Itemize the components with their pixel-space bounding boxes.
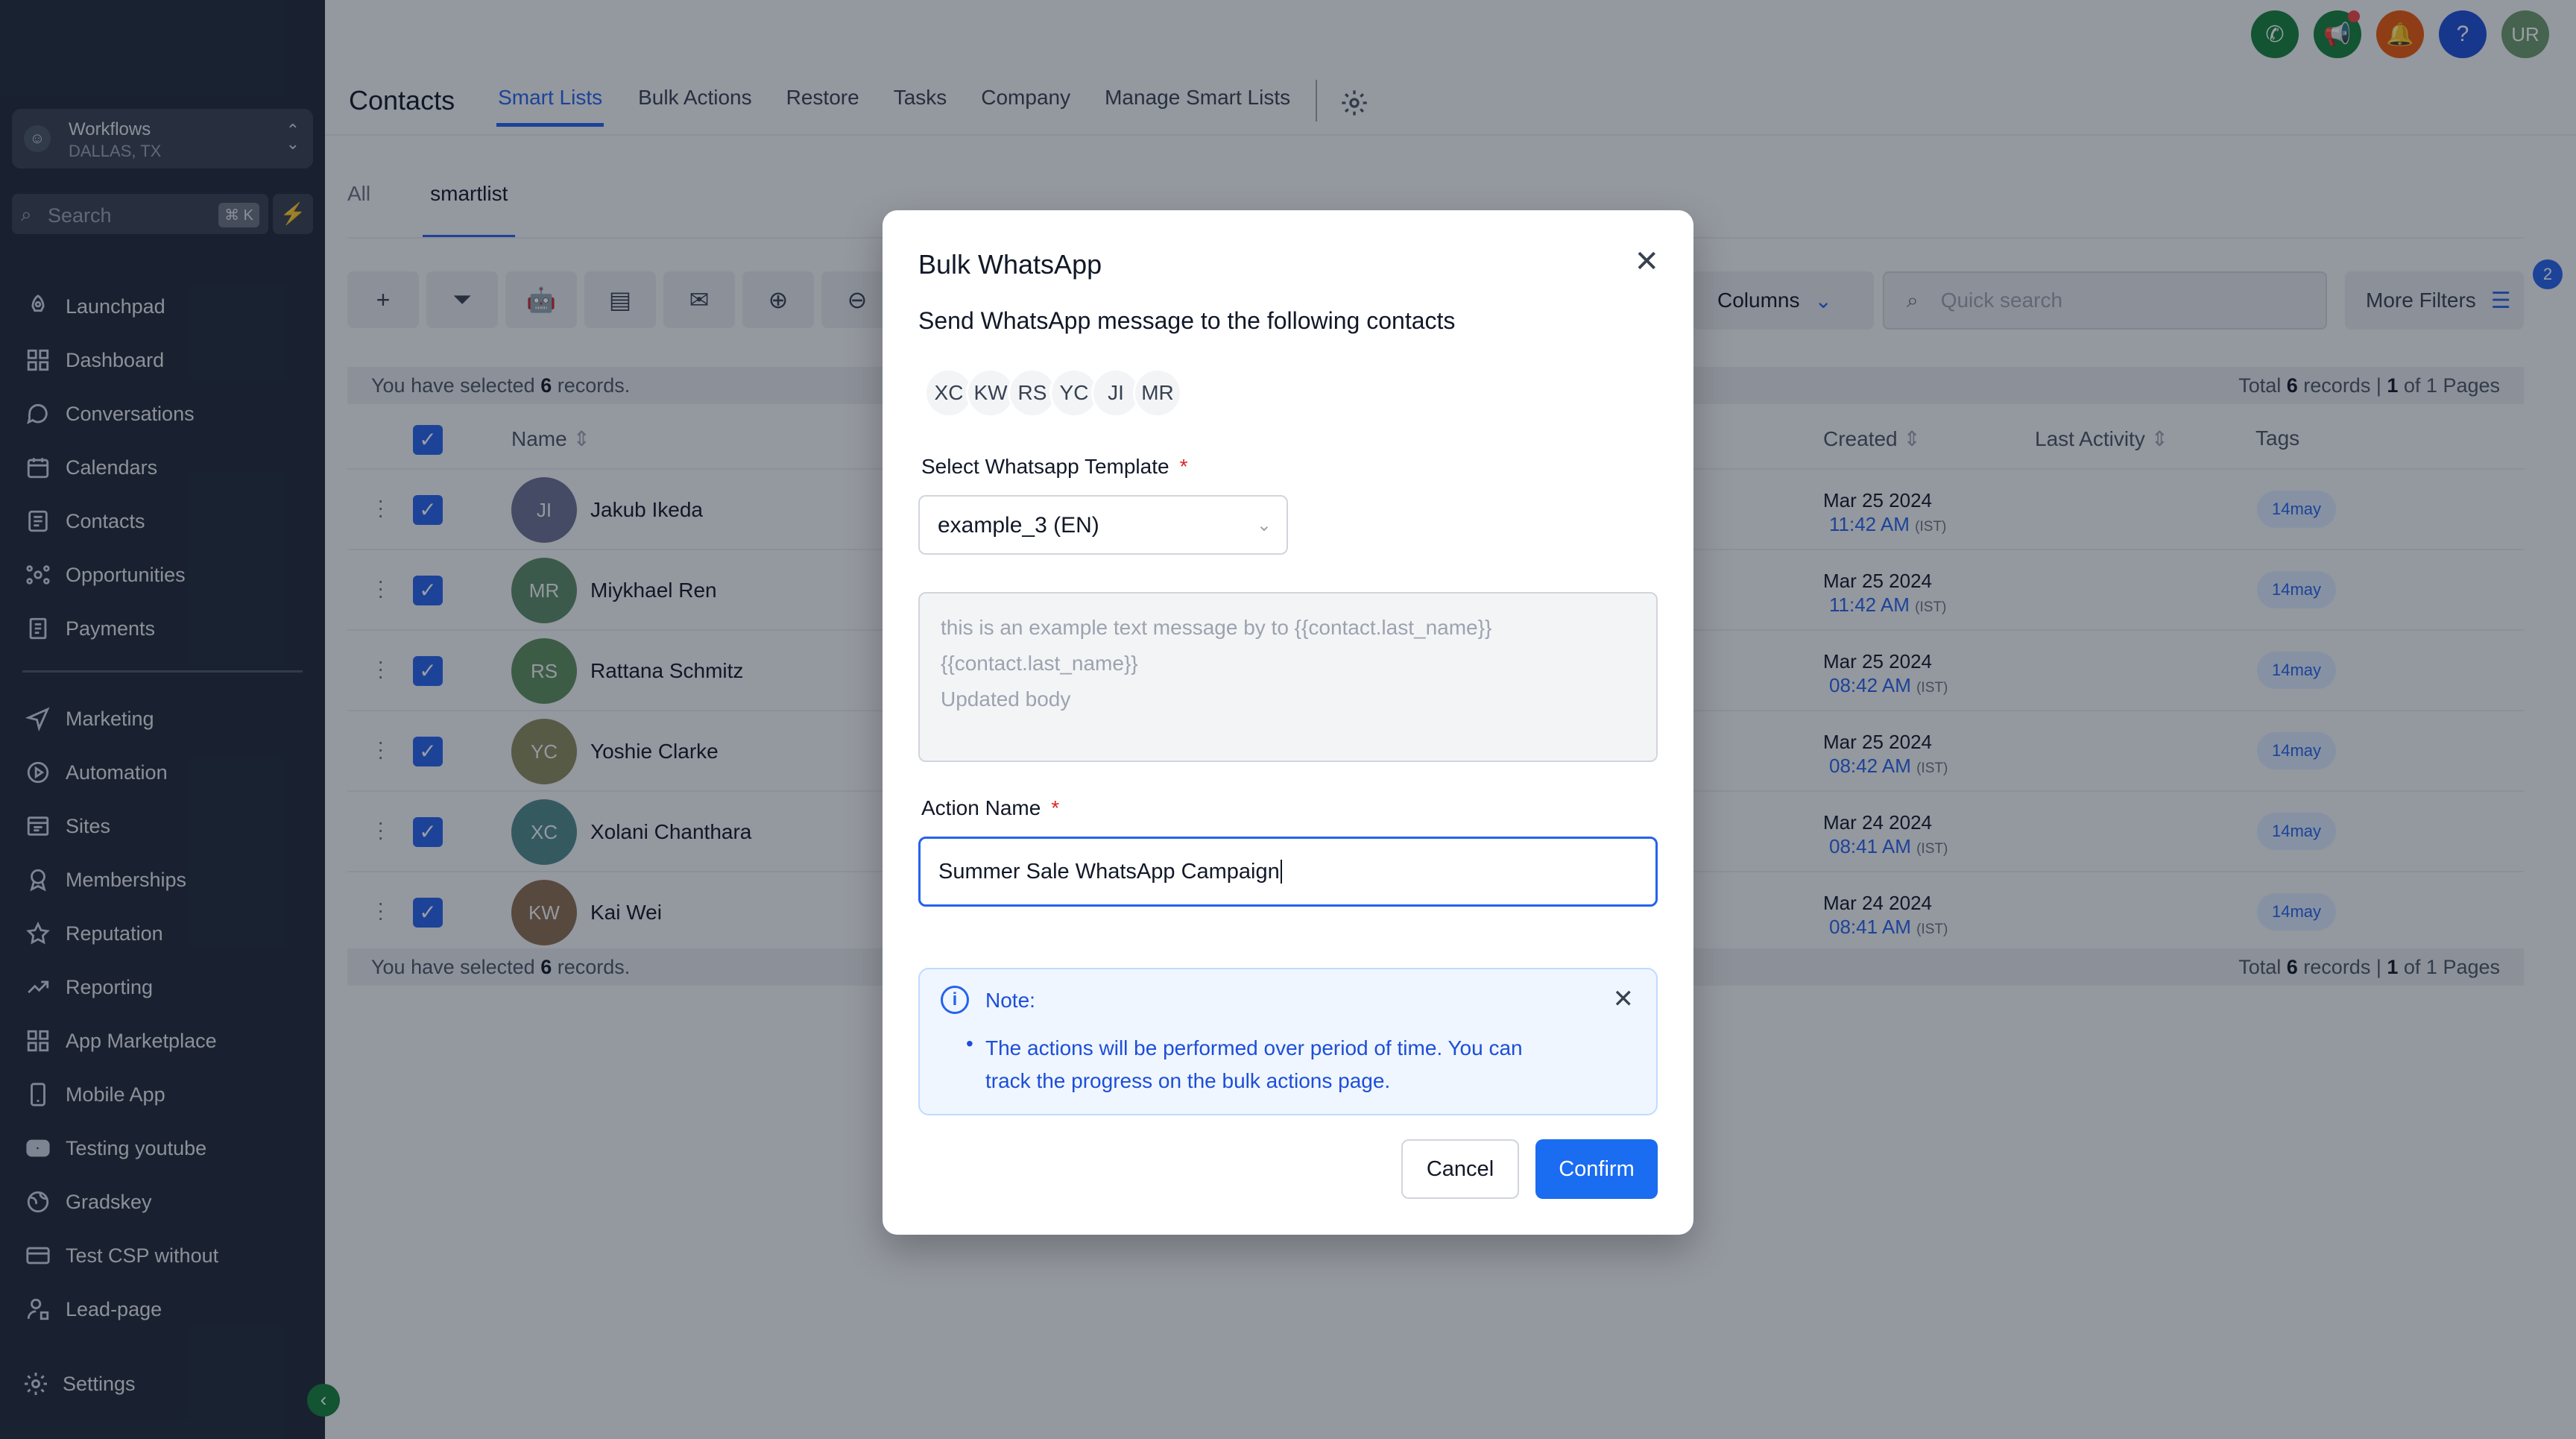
close-note-icon[interactable]: ✕	[1613, 984, 1635, 1014]
chevron-down-icon: ⌄	[1256, 515, 1272, 535]
note-body: The actions will be performed over perio…	[985, 1036, 1523, 1092]
action-name-label: Action Name *	[921, 796, 1060, 819]
template-label: Select Whatsapp Template *	[921, 455, 1188, 478]
body-line: Updated body	[941, 687, 1071, 711]
body-line: this is an example text message by to {{…	[941, 616, 1492, 639]
close-icon[interactable]: ✕	[1634, 245, 1659, 279]
recipient-chip: MR	[1133, 368, 1182, 418]
info-icon: i	[941, 986, 969, 1014]
body-line: {{contact.last_name}}	[941, 652, 1138, 675]
modal-title: Bulk WhatsApp	[918, 249, 1102, 280]
note-banner: i Note: ✕ • The actions will be performe…	[918, 968, 1658, 1115]
action-name-input[interactable]: Summer Sale WhatsApp Campaign	[918, 837, 1658, 907]
bullet: •	[966, 1032, 973, 1055]
template-body-preview: this is an example text message by to {{…	[918, 592, 1658, 762]
template-select[interactable]: example_3 (EN) ⌄	[918, 495, 1288, 555]
recipient-chips: XC KW RS YC JI MR	[924, 368, 1182, 418]
modal-subtitle: Send WhatsApp message to the following c…	[918, 307, 1456, 334]
confirm-button[interactable]: Confirm	[1535, 1139, 1658, 1199]
note-title: Note:	[985, 989, 1035, 1012]
bulk-whatsapp-modal: Bulk WhatsApp ✕ Send WhatsApp message to…	[883, 210, 1693, 1235]
cancel-button[interactable]: Cancel	[1401, 1139, 1519, 1199]
template-value: example_3 (EN)	[938, 513, 1099, 538]
